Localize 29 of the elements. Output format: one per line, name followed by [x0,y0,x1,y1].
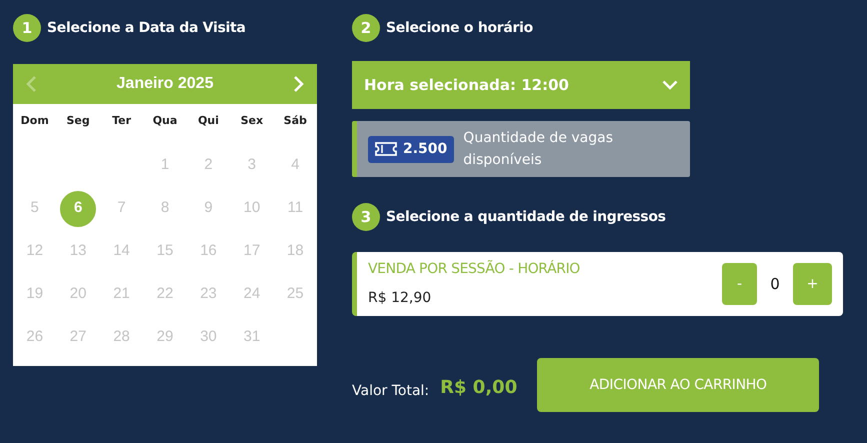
weekday-label: Qua [152,113,178,129]
ticket-price: R$ 12,90 [368,289,432,308]
step-title: Selecione a Data da Visita [47,18,246,38]
quantity-value: 0 [769,274,781,295]
step-number: 1 [13,14,41,42]
next-month-icon[interactable] [292,75,305,93]
ticket-name: VENDA POR SESSÃO - HORÁRIO [368,259,580,279]
step-title: Selecione a quantidade de ingressos [386,208,666,226]
increment-button[interactable]: + [793,263,832,305]
ticket-icon [375,142,397,156]
availability-label: Quantidade de vagas disponíveis [463,129,614,170]
total-value: R$ 0,00 [440,376,518,400]
weekday-label: Qui [196,113,220,129]
decrement-button[interactable]: - [722,263,757,305]
weekday-label: Sáb [282,113,308,129]
month-title: Janeiro 2025 [116,74,214,94]
weekday-label: Dom [20,113,50,129]
total-label: Valor Total: [352,382,430,400]
weekday-label: Ter [111,113,132,129]
time-dropdown[interactable]: Hora selecionada: 12:00 [352,61,690,109]
calendar-day[interactable]: 6 [59,190,98,228]
vacancy-count: 2.500 [403,140,448,158]
add-to-cart-button[interactable]: ADICIONAR AO CARRINHO [537,358,820,412]
chevron-down-icon [662,80,678,90]
weekday-label: Seg [66,113,91,129]
weekday-label: Sex [240,113,264,129]
step-number: 2 [352,14,380,42]
step-title: Selecione o horário [386,18,533,38]
step-number: 3 [352,203,380,231]
